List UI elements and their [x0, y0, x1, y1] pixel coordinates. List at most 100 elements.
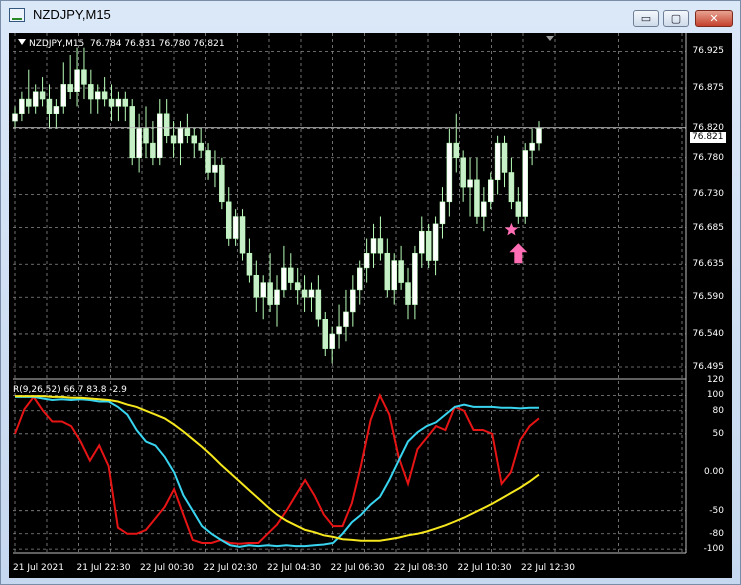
candle-body [336, 326, 342, 335]
candle-body [219, 164, 225, 203]
candle-body [163, 113, 170, 137]
candles [12, 47, 542, 364]
candle-body [536, 128, 542, 144]
candle-body [508, 172, 515, 203]
candle-body [494, 142, 501, 181]
candle-body [246, 252, 253, 276]
candle-body [67, 84, 73, 92]
grid [13, 33, 686, 553]
candle-body [12, 113, 18, 122]
candle-body [350, 289, 356, 313]
candle-body [425, 230, 432, 261]
candle-body [198, 142, 204, 151]
candle-body [81, 69, 87, 85]
price-tick-label: 76.685 [692, 222, 725, 233]
title-bar[interactable]: NZDJPY,M15 ▭ ▢ ✕ [1, 1, 740, 29]
candle-body [191, 135, 198, 144]
candle-body [529, 142, 535, 151]
indicator-tick-label: -50 [709, 505, 724, 516]
candle-body [267, 282, 273, 305]
candle-body [515, 201, 522, 217]
candle-body [205, 150, 211, 173]
candle-body [391, 260, 397, 291]
candle-body [522, 150, 528, 217]
indicator-tick-label: 80 [712, 405, 724, 416]
time-tick-label: 21 Jul 2021 [13, 563, 64, 573]
chart-symbol: NZDJPY,M15 [29, 39, 85, 49]
time-tick-label: 22 Jul 08:30 [394, 563, 448, 573]
candle-body [322, 319, 329, 349]
buy-arrow-up-icon [509, 243, 528, 264]
candle-body [88, 84, 94, 100]
candle-body [143, 128, 149, 144]
candle-body [377, 238, 384, 254]
candle-body [177, 128, 184, 144]
candle-body [184, 128, 191, 137]
candle-body [384, 252, 391, 291]
chart-ohlc: 76.784 76.831 76.780 76.821 [90, 39, 225, 49]
indicator-header: R(9,26,52) 66.7 83.8 -2.9 [13, 385, 127, 395]
candle-body [301, 289, 308, 298]
candle-body [94, 91, 101, 100]
candle-body [501, 142, 508, 173]
candle-body [474, 179, 480, 217]
candle-body [101, 91, 108, 100]
candle-body [19, 98, 25, 114]
candle-body [343, 311, 349, 327]
candle-body [315, 289, 322, 320]
candle-body [419, 230, 425, 254]
candle-body [26, 98, 32, 107]
chart-window-icon [9, 8, 25, 22]
price-tick-label: 76.780 [692, 152, 725, 163]
window-title: NZDJPY,M15 [33, 7, 111, 22]
close-button[interactable]: ✕ [695, 10, 733, 27]
maximize-button[interactable]: ▢ [663, 10, 689, 27]
candle-body [157, 113, 163, 159]
candle-body [253, 274, 260, 298]
terminal-window: NZDJPY,M15 ▭ ▢ ✕ NZDJPY,M15 76.784 76.83… [0, 0, 741, 585]
chart-area[interactable]: NZDJPY,M15 76.784 76.831 76.780 76.821 R… [9, 33, 732, 578]
time-tick-label: 22 Jul 12:30 [521, 563, 575, 573]
candle-body [53, 106, 60, 114]
candle-body [274, 289, 280, 305]
price-tick-label: 76.540 [692, 328, 725, 339]
time-tick-label: 22 Jul 00:30 [140, 563, 194, 573]
candle-body [446, 142, 453, 203]
candle-body [32, 91, 39, 107]
candle-body [308, 289, 315, 298]
candle-body [225, 201, 232, 239]
candle-body [398, 260, 404, 283]
price-tick-label: 76.590 [692, 292, 725, 303]
candle-body [129, 106, 135, 159]
candle-body [74, 69, 80, 92]
candle-body [481, 201, 487, 217]
price-tick-label: 76.635 [692, 259, 725, 270]
time-tick-label: 22 Jul 06:30 [330, 563, 385, 573]
candle-body [150, 142, 156, 159]
minimize-button[interactable]: ▭ [633, 10, 659, 27]
candle-body [122, 98, 129, 107]
candle-body [232, 216, 239, 239]
price-tick-label: 76.925 [692, 46, 725, 57]
indicator-tick-label: 100 [706, 390, 724, 401]
candle-body [108, 98, 115, 107]
candle-body [294, 282, 301, 291]
indicator-tick-label: 50 [712, 428, 724, 439]
chart-canvas[interactable] [9, 33, 732, 578]
time-tick-label: 22 Jul 02:30 [203, 563, 258, 573]
candle-body [356, 267, 363, 291]
candle-body [439, 201, 446, 225]
price-tick-label: 76.820 [692, 123, 725, 134]
indicator-tick-label: -100 [703, 544, 724, 555]
rsi-fast-line [14, 392, 540, 545]
chart-menu-icon[interactable] [18, 39, 26, 45]
candle-body [405, 282, 411, 305]
indicator-tick-label: -80 [709, 528, 724, 539]
indicator-tick-label: 0.00 [703, 467, 724, 478]
chart-frame [13, 33, 687, 554]
signal-star-icon [504, 222, 519, 236]
time-tick-label: 21 Jul 22:30 [76, 563, 131, 573]
candle-body [412, 252, 418, 305]
candle-body [136, 128, 142, 159]
candle-body [60, 84, 67, 107]
